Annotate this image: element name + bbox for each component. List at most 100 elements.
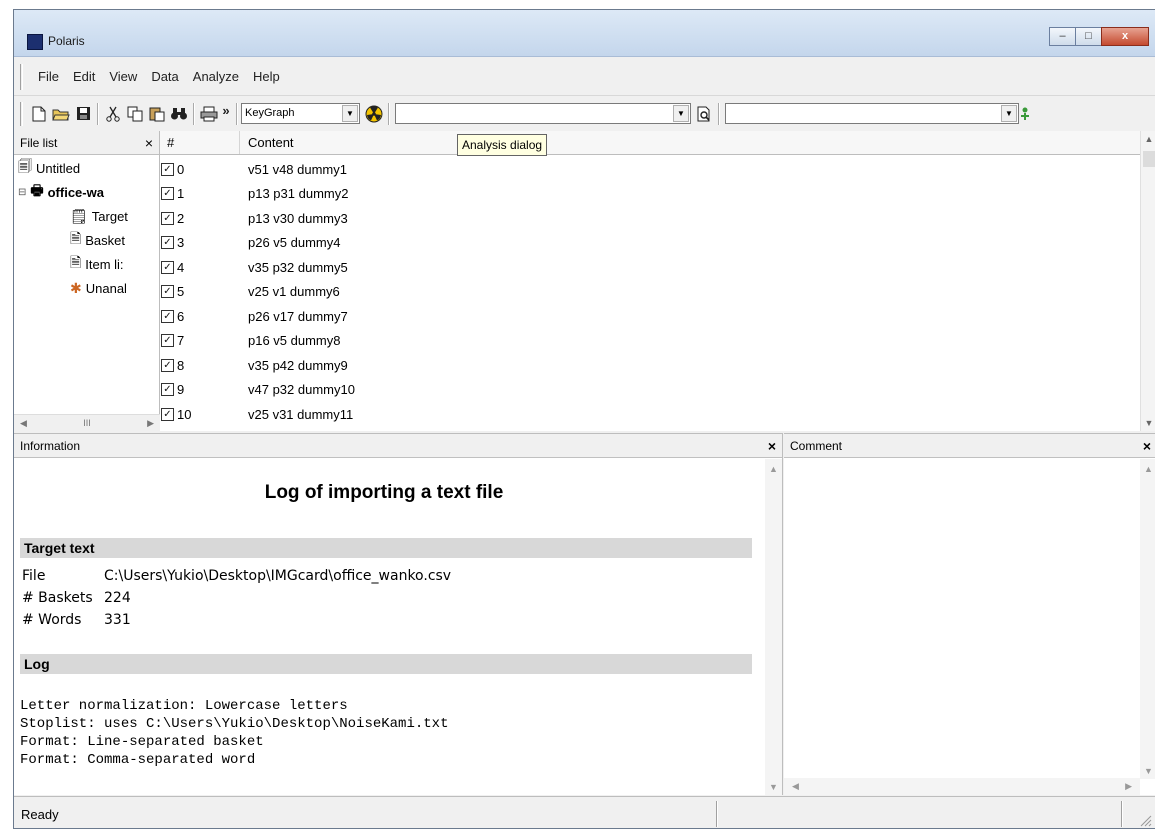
table-row[interactable]: ✓ 0 v51 v48 dummy1 [160,157,1140,181]
cut-icon[interactable] [102,103,124,125]
target-file-icon: 🗒 [70,207,88,224]
row-number-cell: ✓ 1 [160,186,240,201]
row-number: 1 [177,186,185,201]
menu-file[interactable]: File [31,69,66,84]
table-row[interactable]: ✓ 2 p13 v30 dummy3 [160,206,1140,230]
grid-vscrollbar[interactable]: ▲ ▼ [1140,131,1155,431]
table-row[interactable]: ✓ 3 p26 v5 dummy4 [160,231,1140,255]
find-binoculars-icon[interactable] [168,103,190,125]
tree-item-office-wanko[interactable]: ⊟ 🖶 office-wa [18,181,104,203]
row-checkbox[interactable]: ✓ [161,211,174,225]
menu-data[interactable]: Data [144,69,185,84]
title-bar[interactable]: Polaris – □ x [14,10,1155,57]
row-checkbox[interactable]: ✓ [161,187,174,200]
table-row[interactable]: ✓ 8 v35 p42 dummy9 [160,353,1140,377]
menu-edit[interactable]: Edit [66,69,102,84]
row-number: 10 [177,406,192,422]
minimize-button[interactable]: – [1049,27,1076,46]
search-combo[interactable]: ▼ [395,103,691,124]
window-title: Polaris [48,34,85,48]
row-number: 2 [177,210,185,226]
radiation-analysis-icon[interactable] [363,103,385,125]
row-checkbox[interactable]: ✓ [161,309,174,323]
row-content: v47 p32 dummy10 [248,382,355,397]
search-document-icon[interactable] [693,103,715,125]
row-checkbox[interactable]: ✓ [161,236,174,249]
row-content: v25 v1 dummy6 [248,284,340,299]
tree-item-item-list[interactable]: 🗎 Item li: [70,253,124,275]
comment-close-icon[interactable]: × [1143,438,1151,454]
new-file-icon[interactable] [28,103,50,125]
comment-textarea[interactable] [788,460,1138,780]
row-number: 6 [177,308,185,324]
menu-analyze[interactable]: Analyze [186,69,246,84]
information-close-icon[interactable]: × [768,438,776,454]
toolbar-overflow-icon[interactable]: » [220,103,232,125]
row-checkbox[interactable]: ✓ [161,358,174,372]
table-row[interactable]: ✓ 1 p13 p31 dummy2 [160,182,1140,206]
tree-collapse-icon[interactable]: ⊟ [18,187,26,198]
app-icon [27,34,43,50]
menu-grip[interactable] [20,63,23,90]
maximize-button[interactable]: □ [1075,27,1102,46]
column-header-content[interactable]: Content [240,135,294,150]
row-checkbox[interactable]: ✓ [161,285,174,298]
open-folder-icon[interactable] [50,103,72,125]
tree-item-untitled[interactable]: 🗐 Untitled [18,157,80,179]
chevron-down-icon[interactable]: ▼ [673,105,689,122]
comment-hscrollbar[interactable]: ◀ ▶ [784,778,1140,795]
row-checkbox[interactable]: ✓ [161,260,174,274]
tree-item-target[interactable]: 🗒 Target [70,205,128,227]
copy-icon[interactable] [124,103,146,125]
row-checkbox[interactable]: ✓ [161,334,174,347]
table-row[interactable]: ✓ 4 v35 p32 dummy5 [160,255,1140,279]
row-checkbox[interactable]: ✓ [161,162,174,176]
extra-tool-icon[interactable] [1019,103,1029,125]
row-number-cell: ✓ 4 [160,260,240,275]
analysis-mode-value: KeyGraph [245,107,295,119]
tree-item-label: office-wa [47,184,104,200]
row-checkbox[interactable]: ✓ [161,407,174,421]
print-icon[interactable] [198,103,220,125]
column-header-number[interactable]: # [160,131,240,154]
tree-item-unanalyzed[interactable]: ✱ Unanal [70,277,127,299]
table-row[interactable]: ✓ 7 p16 v5 dummy8 [160,329,1140,353]
filter-combo[interactable]: ▼ [725,103,1019,124]
row-content: v25 v31 dummy11 [248,406,354,422]
row-content: p13 v30 dummy3 [248,210,348,226]
row-number-cell: ✓ 10 [160,407,240,422]
tree-item-label: Basket [85,232,126,248]
words-row: # Words 331 [22,612,131,628]
row-number: 7 [177,333,185,348]
chevron-down-icon[interactable]: ▼ [1001,105,1017,122]
close-button[interactable]: x [1101,27,1149,46]
log-line: Letter normalization: Lowercase letters [20,698,348,714]
save-icon[interactable] [72,103,94,125]
row-content: v35 p32 dummy5 [248,259,348,275]
log-line: Stoplist: uses C:\Users\Yukio\Desktop\No… [20,716,449,732]
section-log: Log [20,654,752,674]
row-number: 9 [177,382,185,397]
information-vscrollbar[interactable]: ▲ ▼ [765,459,782,795]
file-list-hscrollbar[interactable]: ◀ III ▶ [14,414,160,431]
table-row[interactable]: ✓ 5 v25 v1 dummy6 [160,280,1140,304]
table-row[interactable]: ✓ 9 v47 p32 dummy10 [160,378,1140,402]
row-number-cell: ✓ 3 [160,235,240,250]
analysis-mode-select[interactable]: KeyGraph ▼ [241,103,360,124]
comment-vscrollbar[interactable]: ▲ ▼ [1140,459,1155,779]
table-row[interactable]: ✓ 10 v25 v31 dummy11 [160,402,1140,426]
file-list-close-icon[interactable]: × [145,135,153,151]
row-number-cell: ✓ 7 [160,333,240,348]
table-row[interactable]: ✓ 6 p26 v17 dummy7 [160,304,1140,328]
row-checkbox[interactable]: ✓ [161,383,174,396]
tree-item-basket[interactable]: 🗎 Basket [70,229,125,251]
comment-panel: Comment × ▲ ▼ ◀ ▶ [784,433,1155,795]
status-bar: Ready [14,796,1155,828]
paste-icon[interactable] [146,103,168,125]
toolbar-grip[interactable] [20,101,23,126]
resize-grip-icon[interactable] [1140,815,1152,827]
menu-help[interactable]: Help [246,69,287,84]
tree-item-label: Untitled [36,160,81,176]
chevron-down-icon[interactable]: ▼ [342,105,358,122]
menu-view[interactable]: View [102,69,144,84]
